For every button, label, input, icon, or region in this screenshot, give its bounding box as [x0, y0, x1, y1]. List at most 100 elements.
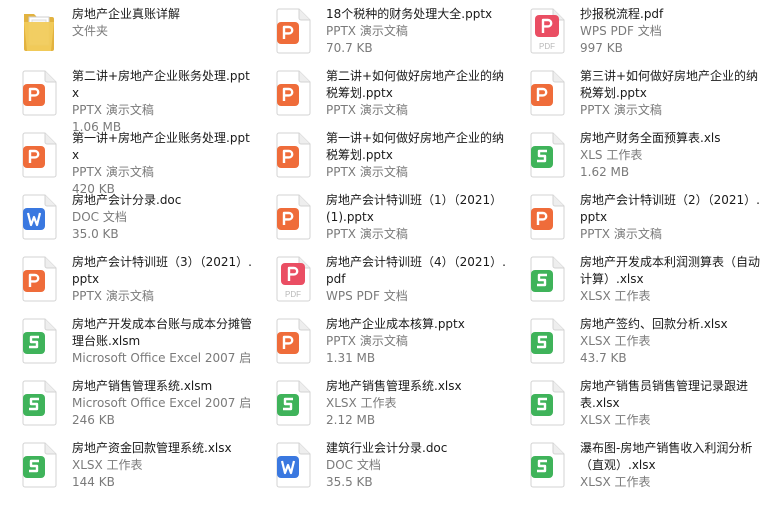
pptx-icon: [274, 132, 312, 178]
file-type: PPTX 演示文稿: [326, 334, 408, 348]
file-text: 房地产企业成本核算.pptx PPTX 演示文稿 1.31 MB: [326, 316, 506, 367]
file-name: 抄报税流程.pdf: [580, 7, 664, 21]
file-tile[interactable]: 房地产销售员销售管理记录跟进表.xlsx XLSX 工作表: [508, 374, 758, 434]
file-type: XLSX 工作表: [580, 475, 651, 489]
file-text: 第一讲+如何做好房地产企业的纳税筹划.pptx PPTX 演示文稿: [326, 130, 506, 181]
file-tile[interactable]: 第三讲+如何做好房地产企业的纳税筹划.pptx PPTX 演示文稿: [508, 64, 758, 124]
pptx-icon: [274, 194, 312, 240]
file-text: 房地产会计特训班（4）（2021）.pdf WPS PDF 文档: [326, 254, 506, 305]
file-text: 房地产会计分录.doc DOC 文档 35.0 KB: [72, 192, 252, 243]
file-tile[interactable]: 房地产财务全面预算表.xls XLS 工作表 1.62 MB: [508, 126, 758, 186]
file-name: 建筑行业会计分录.doc: [326, 441, 448, 455]
file-name: 房地产企业真账详解: [72, 7, 181, 21]
folder-icon: [20, 8, 58, 54]
file-name: 房地产财务全面预算表.xls: [580, 131, 721, 145]
svg-text:PDF: PDF: [539, 42, 555, 51]
xls-icon: [274, 380, 312, 426]
file-type: XLSX 工作表: [72, 458, 143, 472]
file-size: 246 KB: [72, 413, 115, 427]
file-name: 瀑布图-房地产销售收入利润分析（直观）.xlsx: [580, 441, 753, 472]
file-size: 2.12 MB: [326, 413, 376, 427]
file-name: 房地产资金回款管理系统.xlsx: [72, 441, 232, 455]
xls-icon: [528, 256, 566, 302]
file-tile[interactable]: 房地产会计特训班（1）（2021）(1).pptx PPTX 演示文稿: [254, 188, 504, 248]
pptx-icon: [20, 70, 58, 116]
file-tile[interactable]: 第一讲+房地产企业账务处理.pptx PPTX 演示文稿 420 KB: [0, 126, 250, 196]
file-name: 房地产会计分录.doc: [72, 193, 182, 207]
file-size: 1.31 MB: [326, 351, 376, 365]
file-tile[interactable]: 18个税种的财务处理大全.pptx PPTX 演示文稿 70.7 KB: [254, 2, 504, 62]
file-name: 房地产开发成本利润测算表（自动计算）.xlsx: [580, 255, 761, 286]
pdf-icon: PDF: [528, 8, 566, 54]
file-name: 第一讲+房地产企业账务处理.pptx: [72, 131, 250, 162]
file-name: 房地产会计特训班（2）（2021）.pptx: [580, 193, 760, 224]
file-name: 第一讲+如何做好房地产企业的纳税筹划.pptx: [326, 131, 505, 162]
xls-icon: [528, 318, 566, 364]
file-size: 43.7 KB: [580, 351, 627, 365]
file-tile[interactable]: 房地产销售管理系统.xlsx XLSX 工作表 2.12 MB: [254, 374, 504, 434]
file-size: 144 KB: [72, 475, 115, 489]
file-tile[interactable]: 房地产会计特训班（3）（2021）.pptx PPTX 演示文稿: [0, 250, 252, 310]
file-tile[interactable]: 房地产销售管理系统.xlsm Microsoft Office Excel 200…: [0, 374, 252, 434]
file-type: 文件夹: [72, 24, 109, 38]
pptx-icon: [20, 256, 58, 302]
file-text: 房地产签约、回款分析.xlsx XLSX 工作表 43.7 KB: [580, 316, 760, 367]
file-tile[interactable]: 房地产开发成本台账与成本分摊管理台账.xlsm Microsoft Office …: [0, 312, 252, 372]
file-name: 房地产销售管理系统.xlsx: [326, 379, 462, 393]
pdf-icon: PDF: [274, 256, 312, 302]
file-type: Microsoft Office Excel 2007 启...: [72, 396, 252, 410]
file-name: 房地产签约、回款分析.xlsx: [580, 317, 728, 331]
file-type: XLSX 工作表: [580, 289, 651, 303]
file-size: 35.0 KB: [72, 227, 119, 241]
file-text: 房地产会计特训班（1）（2021）(1).pptx PPTX 演示文稿: [326, 192, 506, 243]
file-tile[interactable]: 第一讲+如何做好房地产企业的纳税筹划.pptx PPTX 演示文稿: [254, 126, 504, 186]
file-tile[interactable]: 房地产开发成本利润测算表（自动计算）.xlsx XLSX 工作表: [508, 250, 761, 310]
file-type: PPTX 演示文稿: [326, 165, 408, 179]
xls-icon: [528, 132, 566, 178]
file-tile[interactable]: 瀑布图-房地产销售收入利润分析（直观）.xlsx XLSX 工作表: [508, 436, 758, 496]
file-tile[interactable]: PDF 抄报税流程.pdf WPS PDF 文档 997 KB: [508, 2, 758, 62]
xls-icon: [20, 318, 58, 364]
file-tile[interactable]: 房地产资金回款管理系统.xlsx XLSX 工作表 144 KB: [0, 436, 250, 496]
file-text: 房地产企业真账详解 文件夹: [72, 6, 252, 40]
file-type: PPTX 演示文稿: [72, 289, 154, 303]
file-text: 房地产销售员销售管理记录跟进表.xlsx XLSX 工作表: [580, 378, 760, 429]
pptx-icon: [528, 194, 566, 240]
pptx-icon: [274, 70, 312, 116]
file-name: 房地产企业成本核算.pptx: [326, 317, 465, 331]
file-grid: 房地产企业真账详解 文件夹 18个税种的财务处理大全.pptx PPTX 演示文稿 7…: [0, 0, 781, 506]
file-text: 第三讲+如何做好房地产企业的纳税筹划.pptx PPTX 演示文稿: [580, 68, 760, 119]
file-type: XLSX 工作表: [580, 413, 651, 427]
xls-icon: [528, 380, 566, 426]
file-type: XLS 工作表: [580, 148, 643, 162]
file-tile[interactable]: 建筑行业会计分录.doc DOC 文档 35.5 KB: [254, 436, 504, 496]
file-type: PPTX 演示文稿: [326, 103, 408, 117]
file-text: 抄报税流程.pdf WPS PDF 文档 997 KB: [580, 6, 760, 57]
file-type: WPS PDF 文档: [580, 24, 662, 38]
file-tile[interactable]: 房地产签约、回款分析.xlsx XLSX 工作表 43.7 KB: [508, 312, 758, 372]
file-tile[interactable]: 房地产企业真账详解 文件夹: [0, 2, 250, 62]
doc-icon: [20, 194, 58, 240]
file-text: 房地产开发成本台账与成本分摊管理台账.xlsm Microsoft Office …: [72, 316, 252, 367]
file-type: DOC 文档: [326, 458, 381, 472]
file-type: PPTX 演示文稿: [580, 103, 662, 117]
file-name: 房地产销售管理系统.xlsm: [72, 379, 213, 393]
file-type: XLSX 工作表: [326, 396, 397, 410]
file-tile[interactable]: 第二讲+房地产企业账务处理.pptx PPTX 演示文稿 1.06 MB: [0, 64, 250, 134]
svg-text:PDF: PDF: [285, 290, 301, 299]
file-text: 第二讲+如何做好房地产企业的纳税筹划.pptx PPTX 演示文稿: [326, 68, 506, 119]
file-tile[interactable]: PDF 房地产会计特训班（4）（2021）.pdf WPS PDF 文档: [254, 250, 506, 310]
file-text: 房地产财务全面预算表.xls XLS 工作表 1.62 MB: [580, 130, 760, 181]
file-name: 房地产销售员销售管理记录跟进表.xlsx: [580, 379, 749, 410]
file-tile[interactable]: 第二讲+如何做好房地产企业的纳税筹划.pptx PPTX 演示文稿: [254, 64, 504, 124]
file-tile[interactable]: 房地产会计特训班（2）（2021）.pptx PPTX 演示文稿: [508, 188, 760, 248]
file-tile[interactable]: 房地产企业成本核算.pptx PPTX 演示文稿 1.31 MB: [254, 312, 504, 372]
xls-icon: [20, 380, 58, 426]
file-text: 18个税种的财务处理大全.pptx PPTX 演示文稿 70.7 KB: [326, 6, 506, 57]
file-text: 房地产销售管理系统.xlsx XLSX 工作表 2.12 MB: [326, 378, 506, 429]
file-text: 瀑布图-房地产销售收入利润分析（直观）.xlsx XLSX 工作表: [580, 440, 760, 491]
file-text: 建筑行业会计分录.doc DOC 文档 35.5 KB: [326, 440, 506, 491]
file-type: XLSX 工作表: [580, 334, 651, 348]
file-tile[interactable]: 房地产会计分录.doc DOC 文档 35.0 KB: [0, 188, 250, 248]
pptx-icon: [274, 318, 312, 364]
